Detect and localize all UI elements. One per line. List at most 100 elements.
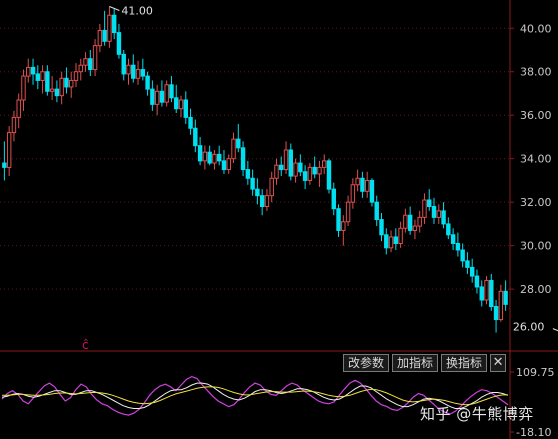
candle-body <box>154 90 160 105</box>
event-marker: ĉ <box>82 338 89 352</box>
modify-params-button[interactable]: 改参数 <box>343 354 390 372</box>
candle <box>78 58 83 81</box>
candle <box>484 276 489 305</box>
candle-body <box>202 151 208 162</box>
candle <box>369 178 375 207</box>
add-indicator-button[interactable]: 加指标 <box>392 354 439 372</box>
candle-body <box>45 71 50 92</box>
candle <box>131 54 136 83</box>
price-axis: 28.00 30.00 32.00 34.00 36.00 38.00 40.00 <box>0 0 558 439</box>
candle-body <box>317 166 322 175</box>
switch-indicator-button[interactable]: 换指标 <box>441 354 488 372</box>
candle <box>73 63 79 87</box>
candle <box>111 8 117 40</box>
candle-body <box>355 177 360 186</box>
candle-body <box>274 164 279 179</box>
candle-body <box>326 160 332 190</box>
candle-body <box>193 127 198 147</box>
candle-body <box>307 166 313 181</box>
candle <box>126 58 131 85</box>
candle <box>59 71 64 105</box>
candle-body <box>298 162 303 173</box>
candle <box>135 60 141 85</box>
candle-body <box>302 171 308 181</box>
candle-body <box>236 138 241 149</box>
candle <box>441 202 446 229</box>
candle-body <box>450 234 456 244</box>
candle <box>35 65 41 90</box>
candle <box>92 39 98 77</box>
candle <box>245 160 251 185</box>
candle-body <box>321 160 327 168</box>
candle <box>274 158 279 185</box>
price-tick-label: 30.00 <box>520 240 552 253</box>
candle-body <box>59 77 64 97</box>
candle <box>422 193 427 224</box>
candle-body <box>111 14 117 34</box>
candle-body <box>369 179 375 203</box>
candle-body <box>78 64 83 73</box>
candle <box>312 156 317 179</box>
candle-body <box>469 266 475 277</box>
candle-body <box>436 210 442 218</box>
candle-body <box>479 286 484 301</box>
candle <box>455 232 461 257</box>
candle-body <box>460 249 465 262</box>
candle <box>97 23 103 53</box>
candle <box>183 91 189 124</box>
candle-body <box>6 132 12 168</box>
candle <box>212 150 217 170</box>
price-tick-label: 40.00 <box>520 22 552 35</box>
candle <box>88 50 93 77</box>
candle <box>374 195 379 227</box>
candle-body <box>446 223 451 236</box>
candle <box>384 228 389 255</box>
annotation-label: 26.00 <box>513 321 545 334</box>
candle-body <box>493 306 499 321</box>
candle <box>169 76 174 103</box>
candle-body <box>26 66 31 77</box>
candle-body <box>431 206 437 218</box>
candle <box>174 84 179 114</box>
candle <box>45 65 50 96</box>
watermark-text: 知乎 @牛熊博弈 <box>420 405 534 423</box>
candle-body <box>49 88 55 92</box>
annotation-label: 41.00 <box>121 5 153 18</box>
candlestick-series <box>2 6 508 333</box>
price-gridlines <box>0 27 510 290</box>
candle <box>317 160 322 187</box>
candle-body <box>135 69 141 79</box>
candle-body <box>226 158 231 171</box>
candle <box>307 163 313 185</box>
candle-body <box>116 32 122 55</box>
candle-body <box>121 53 126 75</box>
candle <box>364 171 370 198</box>
candle-body <box>169 84 174 99</box>
candle-body <box>407 214 413 231</box>
candle-body <box>269 177 274 197</box>
candle <box>427 189 432 211</box>
price-tick-label: 38.00 <box>520 66 552 79</box>
price-tick-label: 32.00 <box>520 196 552 209</box>
candle <box>298 154 303 177</box>
candle-body <box>126 64 131 75</box>
candle-body <box>150 88 155 105</box>
candle <box>259 189 265 216</box>
candle <box>226 154 231 174</box>
candle-body <box>250 177 255 190</box>
candle <box>188 108 193 135</box>
candle-body <box>107 14 112 42</box>
candle <box>388 230 394 253</box>
candle <box>460 243 465 268</box>
annotation-arrow <box>552 328 558 332</box>
candle <box>145 71 150 96</box>
candle-body <box>403 214 408 229</box>
candle-body <box>393 236 399 244</box>
price-tick-label: 36.00 <box>520 109 552 122</box>
candle-body <box>422 199 427 218</box>
candle-body <box>384 234 389 249</box>
candle <box>450 228 456 250</box>
candle-body <box>441 210 446 225</box>
candle-body <box>417 216 422 227</box>
close-indicator-button[interactable]: ✕ <box>490 354 507 372</box>
